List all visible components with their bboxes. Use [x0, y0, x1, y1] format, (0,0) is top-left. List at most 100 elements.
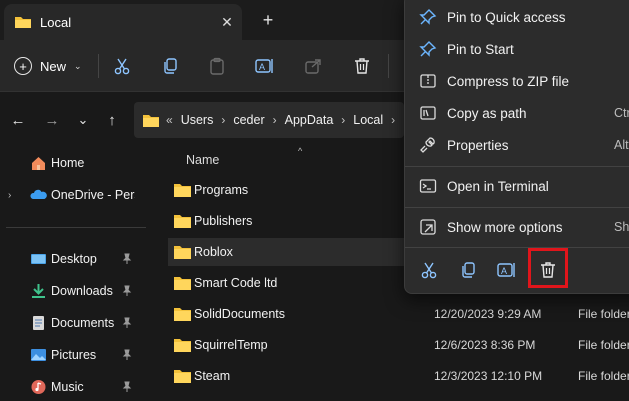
up-button[interactable]: ↑: [102, 110, 122, 130]
pin-start-icon: [419, 41, 437, 57]
sidebar-item-music[interactable]: Music: [0, 373, 152, 401]
sidebar-item-label: Home: [51, 156, 85, 170]
folder-icon: [174, 184, 191, 197]
menu-item-label: Pin to Quick access: [447, 9, 566, 25]
file-date: 12/6/2023 8:36 PM: [434, 338, 536, 352]
copy-icon: [462, 262, 475, 278]
share-button[interactable]: [302, 55, 324, 77]
sidebar-item-home[interactable]: Home: [0, 149, 152, 177]
svg-text:A: A: [259, 62, 265, 72]
pin-icon[interactable]: [121, 317, 133, 329]
documents-icon: [33, 316, 44, 330]
menu-item-open-terminal[interactable]: Open in Terminal: [405, 170, 629, 202]
file-name: SolidDocuments: [194, 307, 286, 321]
breadcrumb-item[interactable]: AppData: [285, 113, 334, 127]
new-tab-button[interactable]: +: [258, 10, 278, 30]
rename-button[interactable]: A: [254, 55, 276, 77]
downloads-icon: [32, 284, 45, 298]
menu-divider: [405, 166, 629, 167]
file-name: SquirrelTemp: [194, 338, 268, 352]
file-name: Steam: [194, 369, 231, 383]
new-label: New: [40, 58, 67, 74]
more-options-icon: [420, 219, 436, 235]
close-tab-button[interactable]: ✕: [218, 13, 236, 31]
breadcrumb-overflow[interactable]: «: [166, 113, 173, 127]
menu-item-properties[interactable]: Properties Alt: [405, 129, 629, 161]
menu-item-pin-start[interactable]: Pin to Start: [405, 33, 629, 65]
delete-button[interactable]: [351, 55, 373, 77]
table-row[interactable]: Steam 12/3/2023 12:10 PM File folder: [168, 362, 629, 390]
folder-icon: [174, 246, 191, 259]
breadcrumb-separator[interactable]: ›: [273, 113, 277, 127]
menu-item-copy-as-path[interactable]: Copy as path Ctr: [405, 97, 629, 129]
toolbar-divider: [388, 54, 389, 78]
menu-item-shortcut: Shi: [614, 220, 629, 234]
sort-ascending-icon: ^: [298, 146, 303, 156]
zip-icon: [420, 74, 436, 88]
pin-icon[interactable]: [121, 253, 133, 265]
highlight-annotation: [528, 248, 568, 288]
back-button[interactable]: ←: [8, 110, 28, 130]
forward-button[interactable]: →: [42, 110, 62, 130]
sidebar-item-desktop[interactable]: Desktop: [0, 245, 152, 273]
share-icon: [305, 59, 321, 74]
menu-item-pin-quick-access[interactable]: Pin to Quick access: [405, 1, 629, 33]
breadcrumb-separator[interactable]: ›: [391, 113, 395, 127]
menu-divider: [405, 247, 629, 248]
copy-button[interactable]: [159, 55, 181, 77]
sidebar-item-onedrive[interactable]: › OneDrive - Personal: [0, 181, 152, 209]
music-icon: [31, 380, 46, 394]
menu-rename-button[interactable]: A: [494, 257, 520, 283]
delete-icon: [355, 58, 369, 74]
menu-copy-button[interactable]: [455, 257, 481, 283]
folder-icon: [174, 339, 191, 352]
navigation-pane: Home › OneDrive - Personal Desktop Downl…: [0, 148, 152, 401]
pictures-icon: [31, 349, 46, 361]
pin-icon[interactable]: [121, 349, 133, 361]
folder-icon: [15, 17, 31, 28]
paste-button[interactable]: [206, 55, 228, 77]
menu-item-show-more-options[interactable]: Show more options Shi: [405, 211, 629, 243]
pin-icon: [419, 9, 437, 25]
column-header-name[interactable]: Name: [186, 153, 219, 167]
chevron-right-icon[interactable]: ›: [8, 190, 11, 201]
folder-icon: [174, 308, 191, 321]
file-type: File folder: [578, 369, 629, 383]
cut-icon: [421, 262, 437, 279]
sidebar-item-downloads[interactable]: Downloads: [0, 277, 152, 305]
menu-cut-button[interactable]: [416, 257, 442, 283]
new-button[interactable]: + New ⌄: [14, 53, 82, 79]
sidebar-scrollbar[interactable]: [152, 148, 156, 401]
breadcrumb-item[interactable]: Local: [353, 113, 383, 127]
menu-item-label: Properties: [447, 137, 509, 153]
menu-item-compress-zip[interactable]: Compress to ZIP file: [405, 65, 629, 97]
sidebar-item-label: OneDrive - Personal: [51, 188, 135, 202]
sidebar-item-documents[interactable]: Documents: [0, 309, 152, 337]
pin-icon[interactable]: [121, 285, 133, 297]
cut-button[interactable]: [111, 55, 133, 77]
sidebar-divider: [6, 227, 146, 228]
breadcrumb-separator[interactable]: ›: [221, 113, 225, 127]
breadcrumb-item[interactable]: ceder: [233, 113, 264, 127]
tab-local[interactable]: Local ✕: [4, 4, 242, 40]
file-name: Smart Code ltd: [194, 276, 278, 290]
table-row[interactable]: SquirrelTemp 12/6/2023 8:36 PM File fold…: [168, 331, 629, 359]
address-bar[interactable]: « Users › ceder › AppData › Local ›: [134, 102, 404, 138]
table-row[interactable]: SolidDocuments 12/20/2023 9:29 AM File f…: [168, 300, 629, 328]
tab-title: Local: [40, 14, 72, 30]
file-name: Roblox: [194, 245, 233, 259]
file-date: 12/3/2023 12:10 PM: [434, 369, 543, 383]
breadcrumb-item[interactable]: Users: [181, 113, 214, 127]
file-type: File folder: [578, 338, 629, 352]
pin-icon[interactable]: [121, 381, 133, 393]
breadcrumb-separator[interactable]: ›: [341, 113, 345, 127]
menu-item-label: Open in Terminal: [447, 178, 549, 194]
svg-text:A: A: [501, 266, 507, 276]
file-name: Publishers: [194, 214, 253, 228]
sidebar-item-pictures[interactable]: Pictures: [0, 341, 152, 369]
recent-locations-button[interactable]: ⌄: [73, 110, 93, 130]
home-icon: [32, 157, 45, 170]
copy-icon: [164, 58, 177, 74]
cut-icon: [114, 58, 130, 75]
file-type: File folder: [578, 307, 629, 321]
